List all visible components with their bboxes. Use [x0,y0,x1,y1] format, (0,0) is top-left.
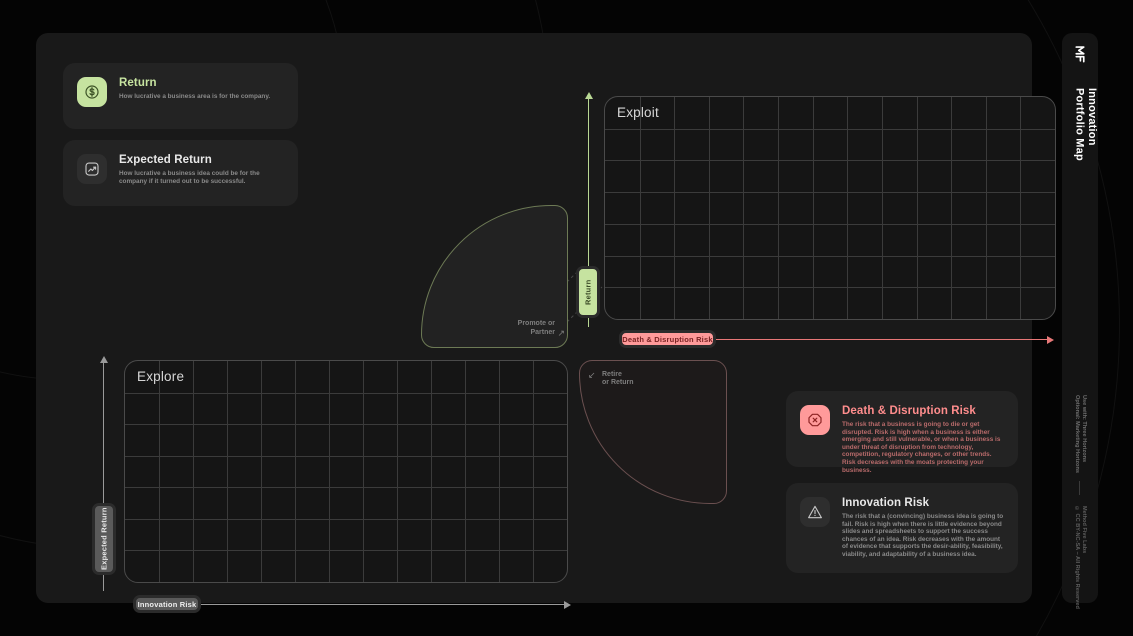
grid-line-horizontal [605,128,1055,130]
x-octagon-icon [800,405,830,435]
sidebar-credit-line1: Method Five Labs [1081,506,1087,554]
quadrant-label-line2: or Return [602,379,634,387]
grid-line-horizontal [605,287,1055,289]
axis-label-death-disruption-risk[interactable]: Death & Disruption Risk [619,330,716,348]
sidebar-credit: Method Five Labs © CC BY-NC-SA – All Rig… [1073,506,1087,609]
sidebar-note-line1: Use with: Three Horizons [1081,395,1087,463]
grid-line-horizontal [125,518,567,520]
grid-rows [125,361,567,582]
quadrant-retire-or-return[interactable]: Retire or Return ↙ [579,360,727,504]
quadrant-label: Promote or Partner [518,320,555,337]
grid-line-horizontal [125,550,567,552]
axis-label-return[interactable]: Return [576,266,600,318]
exploit-grid[interactable]: Exploit [604,96,1056,320]
quadrant-label-line2: Partner [530,328,555,336]
sidebar-note-line2: Optional: Marketing Horizons [1074,395,1080,474]
legend-description: How lucrative a business area is for the… [119,93,271,100]
arrow-head-up-icon [584,92,593,99]
app-title: Innovation Portfolio Map [1073,88,1099,161]
legend-card-return[interactable]: Return How lucrative a business area is … [63,63,298,129]
app-canvas: Return How lucrative a business area is … [0,0,1133,636]
quadrant-label-line1: Retire [602,371,622,378]
grid-line-horizontal [125,424,567,426]
grid-line-horizontal [125,487,567,489]
legend-title: Expected Return [119,154,212,166]
quadrant-promote-or-partner[interactable]: Promote or Partner ↗ [421,205,568,348]
right-sidebar: Innovation Portfolio Map Use with: Three… [1062,33,1099,609]
quadrant-label: Retire or Return [602,371,634,388]
method-five-labs-logo-icon[interactable] [1070,45,1090,65]
sidebar-divider [1079,481,1080,495]
grid-line-horizontal [125,392,567,394]
quadrant-label-line1: Promote or [517,320,555,328]
grid-line-horizontal [605,192,1055,194]
legend-card-innovation-risk[interactable]: Innovation Risk The risk that a (convinc… [786,483,1018,573]
grid-line-horizontal [605,223,1055,225]
warning-triangle-icon [800,497,830,527]
axis-label-expected-return[interactable]: Expected Return [92,503,116,575]
arrow-head-right-icon [1047,335,1054,344]
arrow-up-right-icon: ↗ [557,328,565,338]
app-title-line2: Portfolio Map [1073,88,1086,161]
legend-title: Death & Disruption Risk [842,405,976,417]
sidebar-credit-line2: © CC BY-NC-SA – All Rights Reserved [1074,506,1080,609]
grid-line-horizontal [605,160,1055,162]
exploit-grid-label: Exploit [617,105,659,120]
arrow-down-left-icon: ↙ [588,370,596,380]
legend-title: Return [119,77,157,89]
explore-grid[interactable]: Explore [124,360,568,583]
dollar-coin-icon [77,77,107,107]
legend-description: How lucrative a business idea could be f… [119,170,260,185]
sidebar-note: Use with: Three Horizons Optional: Marke… [1073,395,1087,473]
legend-description: The risk that a business is going to die… [842,421,1001,474]
grid-line-horizontal [605,255,1055,257]
explore-grid-label: Explore [137,369,185,384]
chart-up-icon [77,154,107,184]
app-title-line1: Innovation [1086,88,1098,146]
legend-title: Innovation Risk [842,497,930,509]
grid-rows [605,97,1055,319]
legend-card-expected-return[interactable]: Expected Return How lucrative a business… [63,140,298,206]
arrow-head-up-icon [99,356,108,363]
legend-card-death-disruption-risk[interactable]: Death & Disruption Risk The risk that a … [786,391,1018,474]
portfolio-map-panel: Return How lucrative a business area is … [36,33,1056,613]
axis-label-innovation-risk[interactable]: Innovation Risk [133,595,201,613]
arrow-head-right-icon [564,600,571,609]
grid-line-horizontal [125,455,567,457]
legend-description: The risk that a (convincing) business id… [842,513,1004,558]
